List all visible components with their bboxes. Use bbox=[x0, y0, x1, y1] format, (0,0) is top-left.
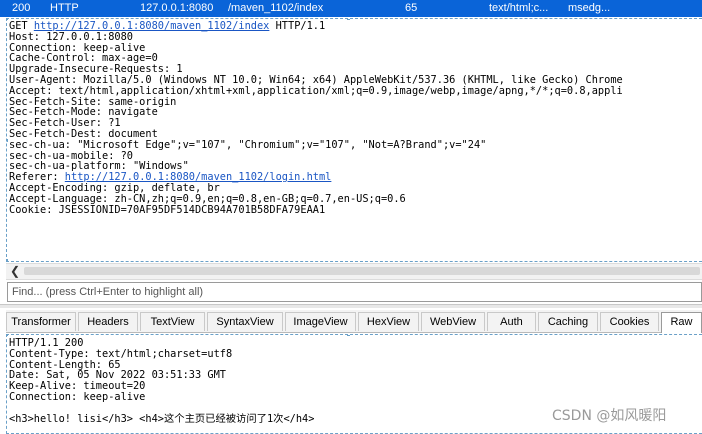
response-line: Connection: keep-alive bbox=[9, 390, 146, 403]
resize-handle[interactable] bbox=[7, 259, 8, 261]
tab-textview[interactable]: TextView bbox=[140, 312, 205, 331]
request-version: HTTP/1.1 bbox=[275, 20, 326, 32]
request-text[interactable]: GET http://127.0.0.1:8080/maven_1102/ind… bbox=[9, 21, 623, 215]
resize-handle[interactable] bbox=[347, 19, 350, 20]
session-host: 127.0.0.1:8080 bbox=[140, 2, 214, 14]
session-protocol: HTTP bbox=[50, 2, 79, 14]
chevron-left-icon[interactable]: ❮ bbox=[10, 264, 20, 278]
horizontal-scrollbar[interactable]: ❮ bbox=[6, 263, 702, 280]
request-header: Cookie: JSESSIONID=70AF95DF514DCB94A701B… bbox=[9, 203, 326, 216]
session-result: 200 bbox=[12, 2, 31, 14]
session-body: 65 bbox=[405, 2, 418, 14]
response-body-line: <h3>hello! lisi</h3> <h4>这个主页已经被访问了1次</h… bbox=[9, 412, 315, 425]
response-text[interactable]: HTTP/1.1 200 Content-Type: text/html;cha… bbox=[9, 338, 314, 424]
response-tabs: Transformer Headers TextView SyntaxView … bbox=[6, 310, 702, 333]
resize-handle[interactable] bbox=[7, 139, 8, 142]
resize-handle[interactable] bbox=[7, 19, 8, 20]
session-row-selected[interactable]: 200 HTTP 127.0.0.1:8080 /maven_1102/inde… bbox=[0, 0, 702, 17]
request-raw-panel[interactable]: GET http://127.0.0.1:8080/maven_1102/ind… bbox=[6, 18, 702, 262]
tab-headers[interactable]: Headers bbox=[78, 312, 138, 331]
tab-syntaxview[interactable]: SyntaxView bbox=[207, 312, 283, 331]
tab-hexview[interactable]: HexView bbox=[358, 312, 419, 331]
tab-imageview[interactable]: ImageView bbox=[285, 312, 356, 331]
session-url: /maven_1102/index bbox=[228, 2, 324, 14]
session-process: msedg... bbox=[568, 2, 611, 14]
tab-caching[interactable]: Caching bbox=[538, 312, 598, 331]
tab-transformer[interactable]: Transformer bbox=[6, 312, 76, 331]
panel-splitter[interactable] bbox=[0, 304, 702, 308]
tab-cookies[interactable]: Cookies bbox=[600, 312, 659, 331]
find-box[interactable] bbox=[7, 282, 702, 302]
tab-auth[interactable]: Auth bbox=[487, 312, 536, 331]
scrollbar-thumb[interactable] bbox=[24, 267, 700, 275]
resize-handle[interactable] bbox=[7, 335, 8, 336]
session-content-type: text/html;c... bbox=[489, 2, 549, 14]
tab-raw[interactable]: Raw bbox=[661, 312, 702, 333]
resize-handle[interactable] bbox=[347, 335, 350, 336]
tab-webview[interactable]: WebView bbox=[421, 312, 485, 331]
watermark: CSDN @如风暖阳 bbox=[552, 408, 667, 424]
find-input[interactable] bbox=[8, 283, 702, 301]
